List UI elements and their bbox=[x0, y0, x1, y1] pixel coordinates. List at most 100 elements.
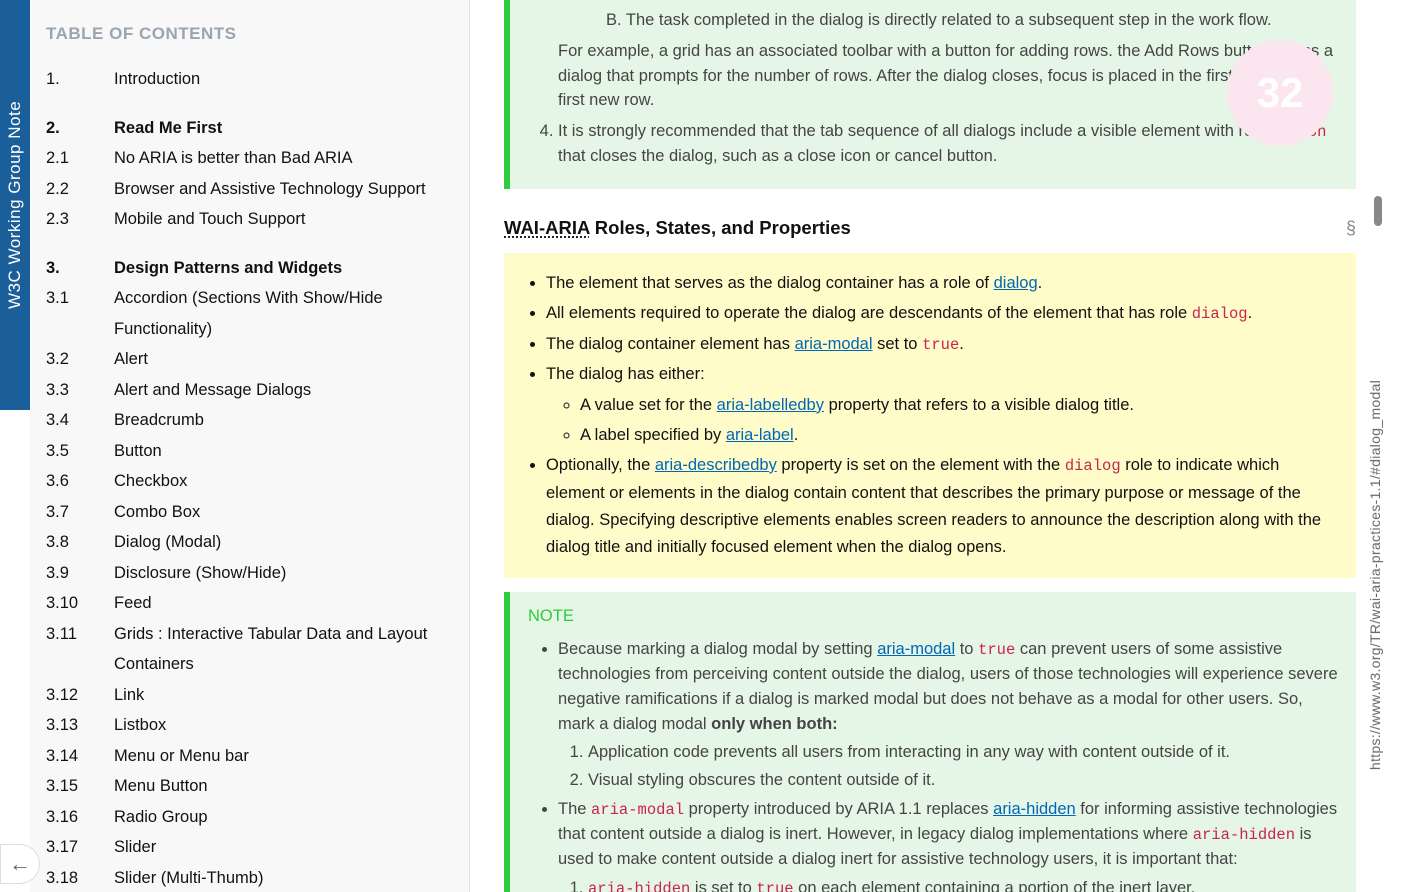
toc-title: TABLE OF CONTENTS bbox=[46, 24, 453, 44]
toc-item[interactable]: 3.4Breadcrumb bbox=[46, 405, 453, 436]
toc-item[interactable]: 2.1No ARIA is better than Bad ARIA bbox=[46, 143, 453, 174]
code-aria-hidden: aria-hidden bbox=[1193, 826, 1295, 844]
note-box-bottom: NOTE Because marking a dialog modal by s… bbox=[504, 592, 1356, 892]
toc-num: 3.15 bbox=[46, 771, 114, 802]
toc-item[interactable]: 3.17Slider bbox=[46, 832, 453, 863]
toc-label: Menu or Menu bar bbox=[114, 741, 453, 772]
toc-item[interactable]: 2.2Browser and Assistive Technology Supp… bbox=[46, 174, 453, 205]
roles-states-box: The element that serves as the dialog co… bbox=[504, 253, 1356, 578]
toc-num: 3.18 bbox=[46, 863, 114, 892]
note1-item3-pre: It is strongly recommended that the tab … bbox=[558, 122, 1271, 140]
link-aria-modal2[interactable]: aria-modal bbox=[877, 640, 955, 658]
toc-item[interactable]: 3.11Grids : Interactive Tabular Data and… bbox=[46, 619, 453, 680]
toc-label: Grids : Interactive Tabular Data and Lay… bbox=[114, 619, 453, 680]
note2-sub2: Visual styling obscures the content outs… bbox=[588, 768, 1338, 793]
toc-num: 3.4 bbox=[46, 405, 114, 436]
toc-label: Alert bbox=[114, 344, 453, 375]
toc-item[interactable]: 3.2Alert bbox=[46, 344, 453, 375]
toc-num: 3.6 bbox=[46, 466, 114, 497]
toc-num: 2.1 bbox=[46, 143, 114, 174]
toc-label: Read Me First bbox=[114, 113, 453, 144]
t: The dialog container element has bbox=[546, 335, 795, 353]
toc-num: 3.10 bbox=[46, 588, 114, 619]
code-aria-hidden2: aria-hidden bbox=[588, 880, 690, 892]
toc-num: 3.12 bbox=[46, 680, 114, 711]
toc-label: Browser and Assistive Technology Support bbox=[114, 174, 453, 205]
toc-label: Radio Group bbox=[114, 802, 453, 833]
toc-num: 3.5 bbox=[46, 436, 114, 467]
link-aria-modal[interactable]: aria-modal bbox=[795, 335, 873, 353]
link-aria-labelledby[interactable]: aria-labelledby bbox=[717, 396, 824, 414]
toc-item[interactable]: 3.16Radio Group bbox=[46, 802, 453, 833]
t: The dialog has either: bbox=[546, 365, 705, 383]
t: The element that serves as the dialog co… bbox=[546, 274, 994, 292]
note1-item3-post: that closes the dialog, such as a close … bbox=[558, 147, 997, 165]
annotation-badge: 32 bbox=[1227, 40, 1333, 146]
toc-item[interactable]: 3.8Dialog (Modal) bbox=[46, 527, 453, 558]
toc-item[interactable]: 3.12Link bbox=[46, 680, 453, 711]
code-dialog2: dialog bbox=[1065, 457, 1121, 475]
table-of-contents: TABLE OF CONTENTS 1.Introduction 2.Read M… bbox=[30, 0, 470, 892]
toc-num: 3.9 bbox=[46, 558, 114, 589]
toc-label: Slider (Multi-Thumb) bbox=[114, 863, 453, 892]
code-true3: true bbox=[756, 880, 793, 892]
toc-item[interactable]: 3.7Combo Box bbox=[46, 497, 453, 528]
toc-label: Breadcrumb bbox=[114, 405, 453, 436]
toc-item[interactable]: 3.13Listbox bbox=[46, 710, 453, 741]
toc-item[interactable]: 3.15Menu Button bbox=[46, 771, 453, 802]
permalink-icon[interactable]: § bbox=[1346, 218, 1356, 239]
toc-label: Listbox bbox=[114, 710, 453, 741]
toc-item[interactable]: 2.Read Me First bbox=[46, 113, 453, 144]
toc-item[interactable]: 1.Introduction bbox=[46, 64, 453, 95]
t: property is set on the element with the bbox=[777, 456, 1065, 474]
toc-label: Feed bbox=[114, 588, 453, 619]
scrollbar-thumb[interactable] bbox=[1374, 196, 1382, 226]
toc-item[interactable]: 3.3Alert and Message Dialogs bbox=[46, 375, 453, 406]
toc-label: Disclosure (Show/Hide) bbox=[114, 558, 453, 589]
toc-num: 3.13 bbox=[46, 710, 114, 741]
toc-item[interactable]: 3.1Accordion (Sections With Show/Hide Fu… bbox=[46, 283, 453, 344]
t: Optionally, the bbox=[546, 456, 655, 474]
toc-item[interactable]: 3.14Menu or Menu bar bbox=[46, 741, 453, 772]
toc-label: Accordion (Sections With Show/Hide Funct… bbox=[114, 283, 453, 344]
toc-num: 3.17 bbox=[46, 832, 114, 863]
code-aria-modal: aria-modal bbox=[591, 801, 684, 819]
code-true: true bbox=[922, 336, 959, 354]
toc-num: 3. bbox=[46, 253, 114, 284]
toc-item[interactable]: 3.5Button bbox=[46, 436, 453, 467]
toc-label: Menu Button bbox=[114, 771, 453, 802]
t: set to bbox=[873, 335, 923, 353]
t: A value set for the bbox=[580, 396, 717, 414]
toc-num: 3.16 bbox=[46, 802, 114, 833]
t: A label specified by bbox=[580, 426, 726, 444]
link-aria-label[interactable]: aria-label bbox=[726, 426, 794, 444]
toc-item[interactable]: 3.18Slider (Multi-Thumb) bbox=[46, 863, 453, 892]
collapse-toc-button[interactable]: ← bbox=[0, 844, 40, 884]
toc-item[interactable]: 2.3Mobile and Touch Support bbox=[46, 204, 453, 235]
side-tab: W3C Working Group Note bbox=[0, 0, 30, 410]
toc-num: 3.1 bbox=[46, 283, 114, 314]
t: The bbox=[558, 800, 591, 818]
toc-num: 3.14 bbox=[46, 741, 114, 772]
toc-item[interactable]: 3.6Checkbox bbox=[46, 466, 453, 497]
t: to bbox=[955, 640, 978, 658]
note1-example: For example, a grid has an associated to… bbox=[558, 39, 1338, 113]
link-dialog[interactable]: dialog bbox=[994, 274, 1038, 292]
toc-item[interactable]: 3.9Disclosure (Show/Hide) bbox=[46, 558, 453, 589]
toc-item[interactable]: 3.10Feed bbox=[46, 588, 453, 619]
toc-label: Slider bbox=[114, 832, 453, 863]
section-heading: WAI-ARIA Roles, States, and Properties bbox=[504, 217, 851, 239]
t: is set to bbox=[690, 879, 756, 892]
toc-label: Mobile and Touch Support bbox=[114, 204, 453, 235]
t: property that refers to a visible dialog… bbox=[824, 396, 1134, 414]
toc-num: 3.8 bbox=[46, 527, 114, 558]
toc-label: Combo Box bbox=[114, 497, 453, 528]
link-aria-describedby[interactable]: aria-describedby bbox=[655, 456, 777, 474]
toc-item[interactable]: 3.Design Patterns and Widgets bbox=[46, 253, 453, 284]
toc-label: Design Patterns and Widgets bbox=[114, 253, 453, 284]
toc-label: Button bbox=[114, 436, 453, 467]
toc-label: Checkbox bbox=[114, 466, 453, 497]
note1-b: B. The task completed in the dialog is d… bbox=[606, 11, 1272, 29]
note2-sub1: Application code prevents all users from… bbox=[588, 740, 1338, 765]
link-aria-hidden[interactable]: aria-hidden bbox=[993, 800, 1076, 818]
